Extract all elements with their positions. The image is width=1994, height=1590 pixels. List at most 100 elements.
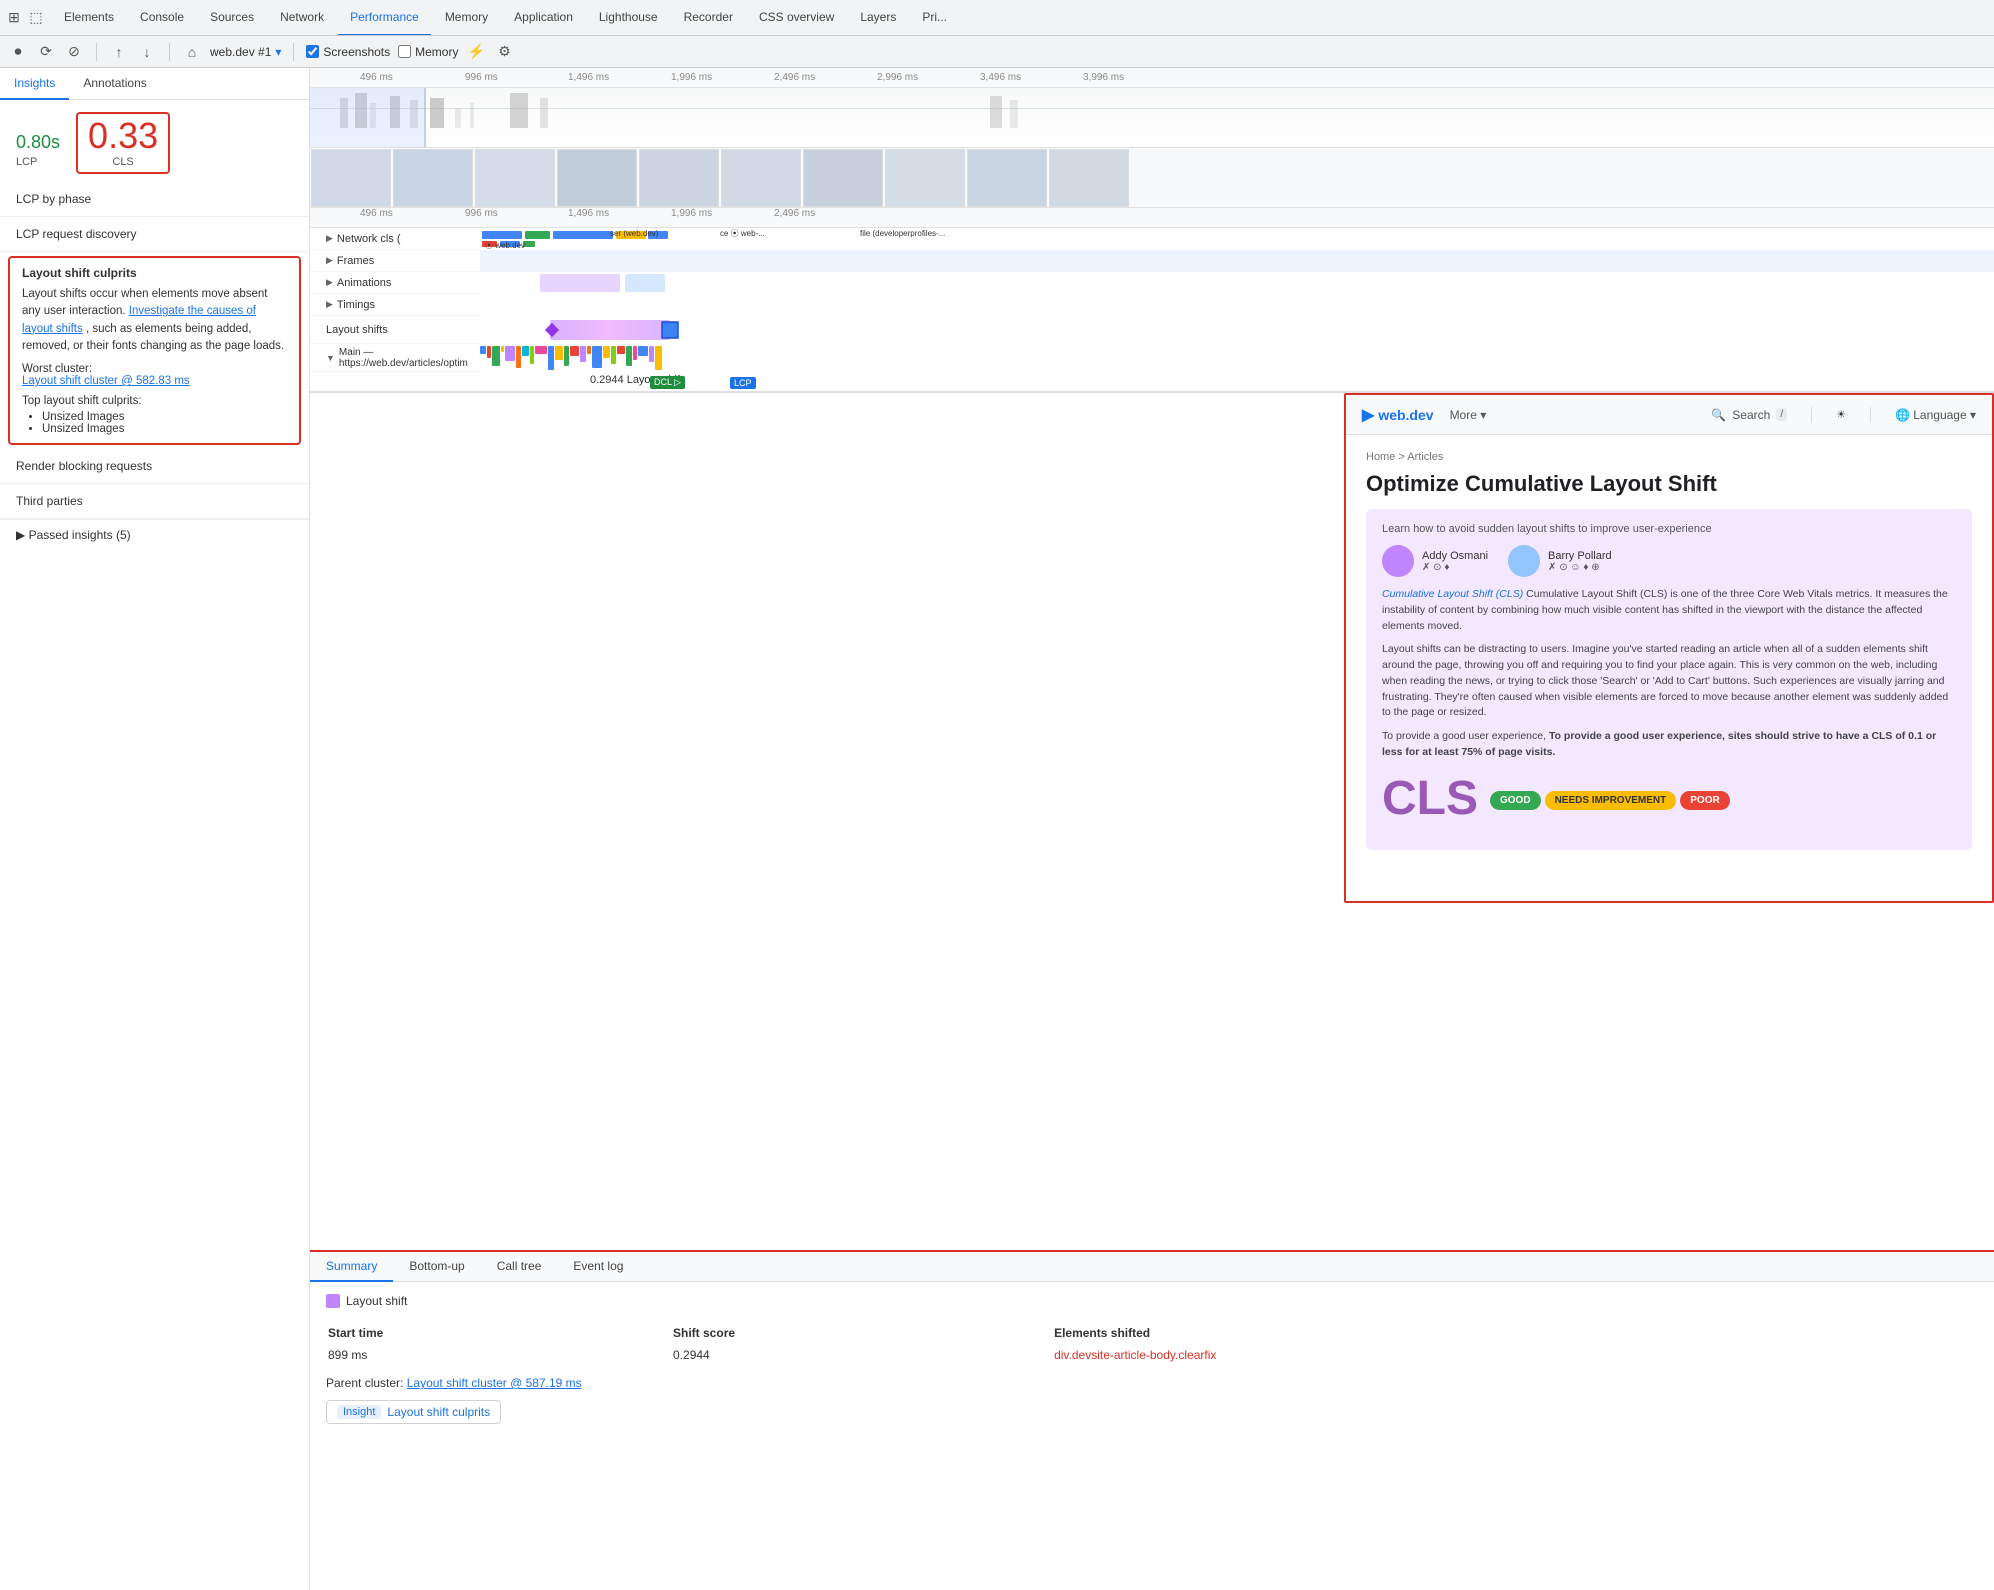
tab-pri[interactable]: Pri...: [910, 0, 959, 36]
tab-memory[interactable]: Memory: [433, 0, 500, 36]
track-layout-shifts-content[interactable]: [480, 316, 1994, 344]
track-main-content: [480, 344, 1994, 372]
devtools-icon[interactable]: ⊞: [4, 8, 24, 28]
timeline-ruler-top: 496 ms 996 ms 1,496 ms 1,996 ms 2,496 ms…: [310, 68, 1994, 88]
svg-text:⦿ web.dev: ⦿ web.dev: [485, 241, 525, 250]
svg-text:ce ⦿ web-...: ce ⦿ web-...: [720, 229, 765, 238]
cls-rating-buttons: GOOD NEEDS IMPROVEMENT POOR: [1490, 791, 1730, 810]
home-button[interactable]: ⌂: [182, 42, 202, 62]
insight-bottom-box[interactable]: Insight Layout shift culprits: [326, 1400, 501, 1424]
screenshot-2: [393, 149, 473, 207]
svg-text:file (developerprofiles-...: file (developerprofiles-...: [860, 229, 945, 238]
tick-2496: 2,496 ms: [774, 72, 815, 83]
screenshots-strip: [310, 148, 1994, 208]
separator3: [293, 43, 294, 61]
memory-checkbox-label[interactable]: Memory: [398, 45, 458, 59]
track-animations-content: [480, 272, 1994, 294]
upload-button[interactable]: ↑: [109, 42, 129, 62]
ls-badge-text: Layout shift: [346, 1294, 407, 1308]
tab-console[interactable]: Console: [128, 0, 196, 36]
timings-expand-icon[interactable]: ▶: [326, 299, 333, 310]
screenshots-checkbox-label[interactable]: Screenshots: [306, 45, 390, 59]
tab-bottom-up[interactable]: Bottom-up: [393, 1252, 480, 1282]
reload-record-button[interactable]: ⟳: [36, 42, 56, 62]
timeline-minimap[interactable]: [310, 88, 1994, 148]
author-2-icons: ✗ ⊙ ☺ ♦ ⊕: [1548, 562, 1612, 573]
track-main: ▼ Main — https://web.dev/articles/optim: [310, 344, 1994, 372]
tab-css-overview[interactable]: CSS overview: [747, 0, 846, 36]
detach-icon[interactable]: ⬚: [26, 8, 46, 28]
insight-third-parties[interactable]: Third parties: [0, 484, 309, 519]
body-text2: Layout shifts can be distracting to user…: [1382, 642, 1956, 721]
tab-event-log[interactable]: Event log: [557, 1252, 639, 1282]
screenshot-6: [721, 149, 801, 207]
col-elements: Elements shifted: [1054, 1322, 1976, 1344]
article-body: Cumulative Layout Shift (CLS) Cumulative…: [1382, 587, 1956, 761]
insight-layout-shift-culprits[interactable]: Layout shift culprits Layout shifts occu…: [8, 256, 301, 445]
dcl-marker: DCL ▷: [650, 376, 685, 389]
tick-1996: 1,996 ms: [671, 72, 712, 83]
main-expand-icon[interactable]: ▼: [326, 353, 335, 363]
animations-bars: [480, 272, 1994, 294]
track-layout-shifts: Layout shifts: [310, 316, 1994, 344]
culprits-title: Top layout shift culprits:: [22, 395, 287, 407]
rating-good: GOOD: [1490, 791, 1541, 810]
nav-separator2: [1870, 407, 1871, 423]
tab-elements[interactable]: Elements: [52, 0, 126, 36]
tab-dropdown-icon[interactable]: ▾: [275, 45, 281, 59]
download-button[interactable]: ↓: [137, 42, 157, 62]
tab-lighthouse[interactable]: Lighthouse: [587, 0, 670, 36]
table-row: 899 ms 0.2944 div.devsite-article-body.c…: [328, 1346, 1976, 1364]
devtools-tab-bar: ⊞ ⬚ Elements Console Sources Network Per…: [0, 0, 1994, 36]
track-animations: ▶ Animations: [310, 272, 1994, 294]
insight-lcp-by-phase[interactable]: LCP by phase: [0, 182, 309, 217]
tab-network[interactable]: Network: [268, 0, 336, 36]
tab-performance[interactable]: Performance: [338, 0, 431, 36]
lcp-label: LCP: [16, 156, 60, 168]
tab-recorder[interactable]: Recorder: [672, 0, 745, 36]
worst-cluster-link[interactable]: Layout shift cluster @ 582.83 ms: [22, 375, 190, 387]
search-shortcut: /: [1776, 408, 1787, 421]
cls-value: 0.33: [88, 118, 158, 154]
more-link[interactable]: More ▾: [1450, 408, 1487, 422]
cell-shift-score: 0.2944: [673, 1346, 1052, 1364]
tab-application[interactable]: Application: [502, 0, 585, 36]
author-2: Barry Pollard ✗ ⊙ ☺ ♦ ⊕: [1508, 545, 1612, 577]
tab-call-tree[interactable]: Call tree: [481, 1252, 558, 1282]
tab-sources[interactable]: Sources: [198, 0, 266, 36]
rating-poor: POOR: [1680, 791, 1729, 810]
screenshot-1: [311, 149, 391, 207]
minimap-chart: [310, 88, 1994, 148]
screenshot-10: [1049, 149, 1129, 207]
webpage-lang[interactable]: 🌐 Language ▾: [1895, 408, 1976, 422]
main-layout: Insights Annotations 0.80s LCP 0.33 CLS: [0, 68, 1994, 1590]
tab-insights[interactable]: Insights: [0, 68, 69, 100]
network-expand-icon[interactable]: ▶: [326, 233, 333, 244]
insight-body-text: Layout shifts occur when elements move a…: [22, 286, 287, 355]
lcp-value: 0.80s: [16, 118, 60, 154]
tick-496: 496 ms: [360, 72, 393, 83]
screenshot-7: [803, 149, 883, 207]
clear-button[interactable]: ⊘: [64, 42, 84, 62]
insight-render-blocking[interactable]: Render blocking requests: [0, 449, 309, 484]
throttle-button[interactable]: ⚡: [466, 42, 486, 62]
cell-start-time: 899 ms: [328, 1346, 671, 1364]
memory-checkbox[interactable]: [398, 45, 411, 58]
track-frames: ▶ Frames: [310, 250, 1994, 272]
parent-cluster-link[interactable]: Layout shift cluster @ 587.19 ms: [407, 1376, 582, 1390]
cls-label: CLS: [88, 156, 158, 168]
tick2-496: 496 ms: [360, 208, 393, 219]
passed-insights[interactable]: ▶ Passed insights (5): [0, 519, 309, 550]
screenshots-checkbox[interactable]: [306, 45, 319, 58]
settings-button[interactable]: ⚙: [494, 42, 514, 62]
search-icon: 🔍: [1711, 408, 1726, 422]
tab-summary[interactable]: Summary: [310, 1252, 393, 1282]
insight-lcp-request[interactable]: LCP request discovery: [0, 217, 309, 252]
tab-annotations[interactable]: Annotations: [69, 68, 160, 100]
sidebar-tab-bar: Insights Annotations: [0, 68, 309, 100]
animations-expand-icon[interactable]: ▶: [326, 277, 333, 288]
tab-layers[interactable]: Layers: [848, 0, 908, 36]
webpage-nav: ▶ web.dev More ▾ 🔍 Search /: [1346, 395, 1992, 435]
frames-expand-icon[interactable]: ▶: [326, 255, 333, 266]
record-button[interactable]: ⏺: [8, 42, 28, 62]
